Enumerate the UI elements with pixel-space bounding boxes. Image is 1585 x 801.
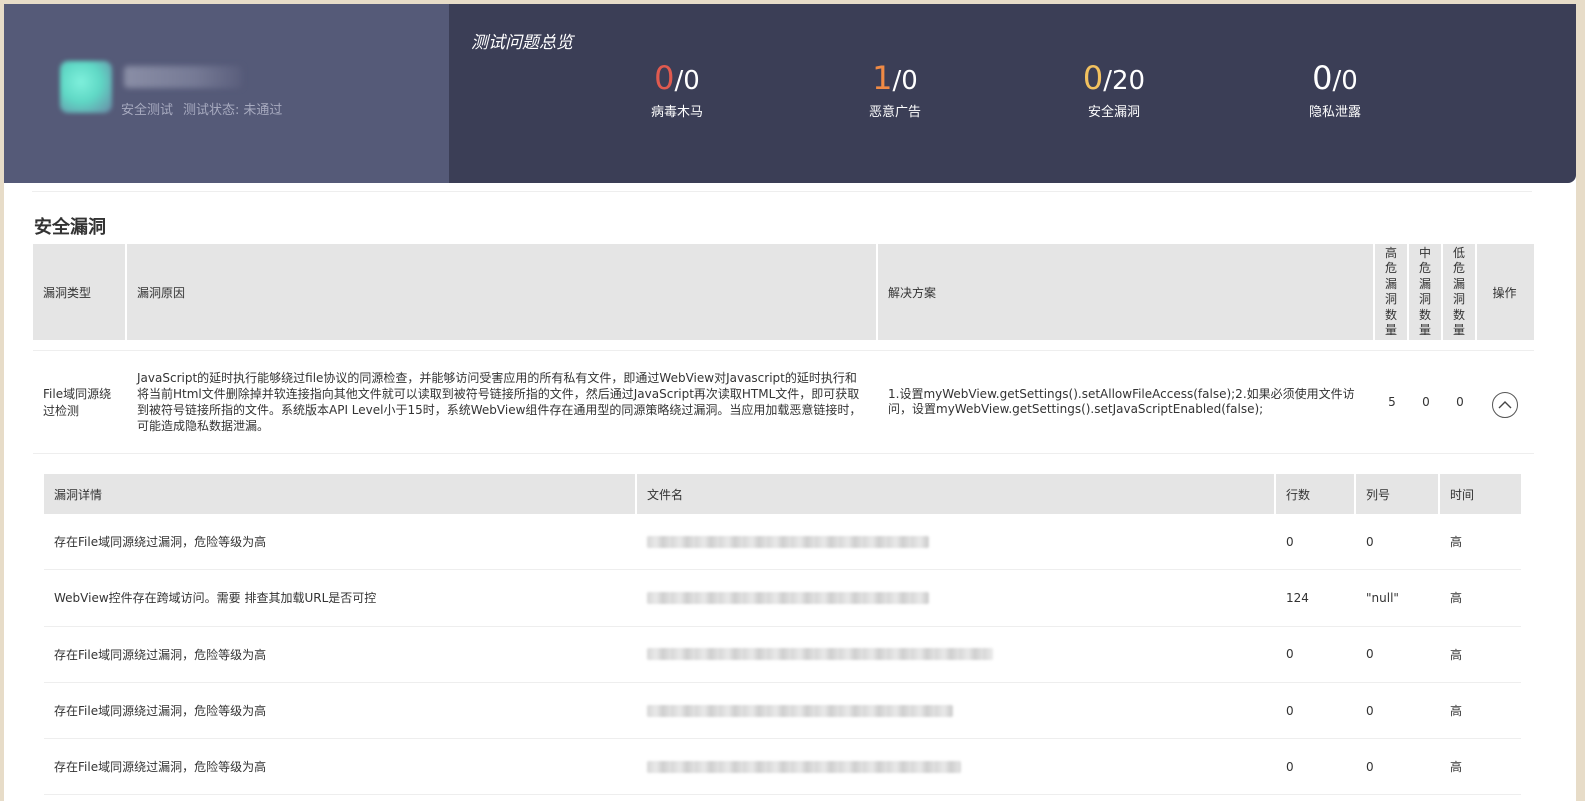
detail-row: 存在File域同源绕过漏洞，危险等级为高 0 0 高 xyxy=(44,627,1521,683)
column-number: "null" xyxy=(1366,590,1399,605)
stat-label: 恶意广告 xyxy=(868,105,921,120)
redacted-bar xyxy=(647,591,929,604)
line-number: 0 xyxy=(1286,534,1294,549)
detail-text: 存在File域同源绕过漏洞，危险等级为高 xyxy=(54,760,267,775)
report-header: 安全测试 测试状态: 未通过 测试问题总览 0/0 病毒木马 1/0 恶意广告 0/… xyxy=(4,4,1576,183)
vuln-solution: 1.设置myWebView.getSettings().setAllowFile… xyxy=(888,387,1355,416)
vulnerability-table-header: 漏洞类型 漏洞原因 解决方案 高危漏洞数量 中危漏洞数量 低危漏洞数量 操作 xyxy=(33,244,1534,340)
col-high-count: 高危漏洞数量 xyxy=(1375,244,1409,340)
stat-total: 0 xyxy=(1341,66,1358,96)
line-number: 124 xyxy=(1286,590,1309,605)
col-operation: 操作 xyxy=(1492,285,1517,300)
time-value: 高 xyxy=(1450,760,1463,775)
time-value: 高 xyxy=(1450,535,1463,550)
time-value: 高 xyxy=(1450,647,1463,662)
status-label: 测试状态: xyxy=(183,103,240,118)
stat-virus: 0/0 病毒木马 xyxy=(612,60,742,120)
col-column: 列号 xyxy=(1356,474,1440,514)
redacted-bar xyxy=(647,535,929,548)
mid-count: 0 xyxy=(1422,395,1430,409)
time-value: 高 xyxy=(1450,704,1463,719)
detail-text: 存在File域同源绕过漏洞，危险等级为高 xyxy=(54,535,267,550)
col-file-name: 文件名 xyxy=(637,474,1276,514)
stat-security-vulns: 0/20 安全漏洞 xyxy=(1049,60,1179,120)
collapse-button[interactable] xyxy=(1491,392,1518,418)
col-time: 时间 xyxy=(1450,487,1475,502)
overview-panel: 测试问题总览 0/0 病毒木马 1/0 恶意广告 0/20 安全漏洞 0/0 隐… xyxy=(449,4,1576,183)
column-number: 0 xyxy=(1366,534,1374,549)
detail-row: WebView控件存在跨域访问。需要 排查其加载URL是否可控 124 "nul… xyxy=(44,570,1521,627)
stat-found: 0 xyxy=(1082,59,1104,97)
file-name-redacted xyxy=(637,514,1276,569)
detail-row: 存在File域同源绕过漏洞，危险等级为高 0 0 高 xyxy=(44,683,1521,740)
stat-divider: / xyxy=(892,66,902,96)
vuln-reason: JavaScript的延时执行能够绕过file协议的同源检查，并能够访问受害应用… xyxy=(137,371,862,433)
chevron-up-icon xyxy=(1498,401,1511,409)
divider xyxy=(32,191,1532,192)
detail-text: 存在File域同源绕过漏洞，危险等级为高 xyxy=(54,704,267,719)
vulnerability-table: 漏洞类型 漏洞原因 解决方案 高危漏洞数量 中危漏洞数量 低危漏洞数量 操作 F… xyxy=(33,244,1534,454)
stat-found: 1 xyxy=(872,59,893,97)
app-name-redacted xyxy=(124,66,242,88)
redacted-bar xyxy=(647,704,953,717)
stat-divider: / xyxy=(1332,66,1342,96)
test-type: 安全测试 xyxy=(121,103,174,118)
stat-divider: / xyxy=(674,66,684,96)
vuln-type: File域同源绕过检测 xyxy=(43,387,112,418)
file-name-redacted xyxy=(637,683,1276,738)
stat-divider: / xyxy=(1103,66,1113,96)
redacted-bar xyxy=(647,648,993,661)
time-value: 高 xyxy=(1450,591,1463,606)
stat-total: 0 xyxy=(901,66,918,96)
col-vuln-type: 漏洞类型 xyxy=(33,244,127,340)
low-count: 0 xyxy=(1456,395,1464,409)
col-vuln-reason: 漏洞原因 xyxy=(127,244,878,340)
column-number: 0 xyxy=(1366,759,1374,774)
column-number: 0 xyxy=(1366,647,1374,662)
operation-cell xyxy=(1477,351,1532,453)
detail-row: 存在File域同源绕过漏洞，危险等级为高 0 0 高 xyxy=(44,739,1521,796)
detail-text: WebView控件存在跨域访问。需要 排查其加载URL是否可控 xyxy=(54,591,377,606)
col-detail: 漏洞详情 xyxy=(44,474,637,514)
vulnerability-details-table: 漏洞详情 文件名 行数 列号 时间 存在File域同源绕过漏洞，危险等级为高 0… xyxy=(44,474,1521,796)
app-meta: 安全测试 测试状态: 未通过 xyxy=(121,99,292,118)
stat-label: 隐私泄露 xyxy=(1308,105,1361,120)
app-info-panel: 安全测试 测试状态: 未通过 xyxy=(4,4,449,183)
status-value: 未通过 xyxy=(243,103,283,118)
file-name-redacted xyxy=(637,570,1276,625)
file-name-redacted xyxy=(637,627,1276,682)
stat-found: 0 xyxy=(1312,59,1333,97)
app-icon xyxy=(60,61,112,113)
file-name-redacted xyxy=(637,739,1276,794)
detail-row: 存在File域同源绕过漏洞，危险等级为高 0 0 高 xyxy=(44,514,1521,571)
detail-text: 存在File域同源绕过漏洞，危险等级为高 xyxy=(54,647,267,662)
overview-title: 测试问题总览 xyxy=(471,33,573,53)
stat-label: 病毒木马 xyxy=(650,105,703,120)
stat-privacy-leak: 0/0 隐私泄露 xyxy=(1270,60,1400,120)
stat-total: 0 xyxy=(683,66,700,96)
stat-label: 安全漏洞 xyxy=(1087,105,1140,120)
high-count: 5 xyxy=(1388,395,1396,409)
column-number: 0 xyxy=(1366,703,1374,718)
line-number: 0 xyxy=(1286,647,1294,662)
page: 安全测试 测试状态: 未通过 测试问题总览 0/0 病毒木马 1/0 恶意广告 0/… xyxy=(4,4,1576,801)
col-low-count: 低危漏洞数量 xyxy=(1443,244,1477,340)
redacted-bar xyxy=(647,760,961,773)
line-number: 0 xyxy=(1286,703,1294,718)
details-table-header: 漏洞详情 文件名 行数 列号 时间 xyxy=(44,474,1521,514)
stat-malicious-ads: 1/0 恶意广告 xyxy=(830,60,960,120)
stat-found: 0 xyxy=(654,59,675,97)
section-title: 安全漏洞 xyxy=(34,217,106,238)
line-number: 0 xyxy=(1286,759,1294,774)
col-line: 行数 xyxy=(1276,474,1356,514)
vulnerability-row: File域同源绕过检测 JavaScript的延时执行能够绕过file协议的同源… xyxy=(33,350,1534,454)
stat-total: 20 xyxy=(1112,66,1146,96)
col-high-count-label: 高危漏洞数量 xyxy=(1384,245,1397,338)
col-mid-count-label: 中危漏洞数量 xyxy=(1418,245,1431,338)
col-solution: 解决方案 xyxy=(878,244,1375,340)
col-mid-count: 中危漏洞数量 xyxy=(1409,244,1443,340)
col-low-count-label: 低危漏洞数量 xyxy=(1452,245,1465,338)
